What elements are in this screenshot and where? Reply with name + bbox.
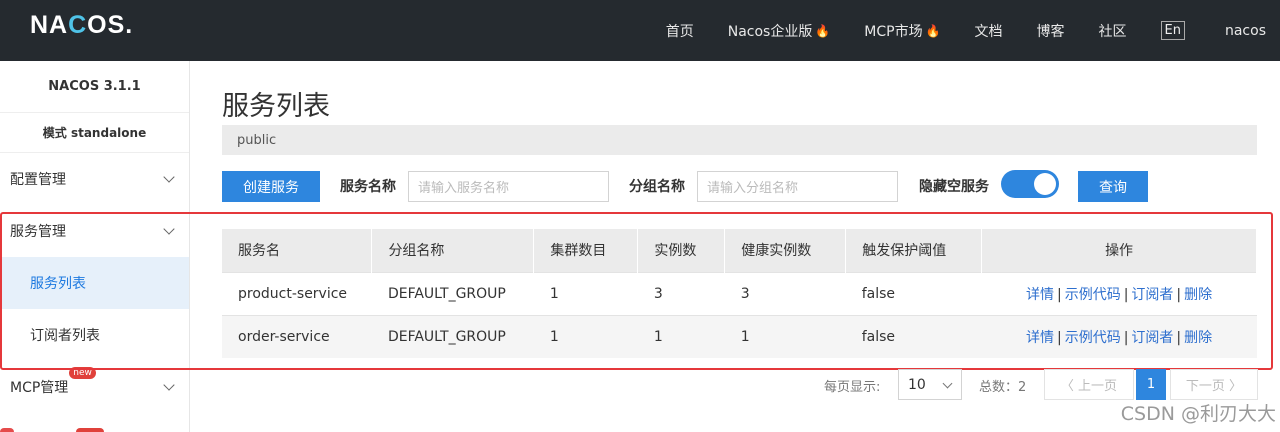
- nav-home[interactable]: 首页: [666, 21, 694, 41]
- fire-icon: 🔥: [815, 23, 831, 38]
- per-page-select[interactable]: 10: [898, 369, 962, 400]
- fire-icon: 🔥: [925, 23, 941, 38]
- nacos-logo[interactable]: NACOS.: [30, 11, 133, 40]
- nav-blog[interactable]: 博客: [1037, 21, 1065, 41]
- next-page-button[interactable]: 下一页 〉: [1170, 369, 1258, 400]
- logo-text-left: NA: [30, 11, 69, 39]
- cell-protect-threshold: false: [845, 271, 982, 315]
- chevron-down-icon: [942, 378, 953, 389]
- col-header: 集群数目: [533, 229, 639, 272]
- logo-text-right: OS.: [87, 11, 134, 39]
- delete-link[interactable]: 删除: [1184, 330, 1212, 346]
- cell-actions: 详情 | 示例代码 | 订阅者 | 删除: [981, 271, 1257, 315]
- partial-menu-icon: [0, 428, 14, 432]
- hide-empty-toggle[interactable]: [1001, 170, 1059, 198]
- group-name-label: 分组名称: [629, 179, 685, 195]
- col-header: 操作: [981, 229, 1257, 272]
- hide-empty-label: 隐藏空服务: [919, 179, 989, 195]
- version-label: NACOS 3.1.1: [0, 61, 189, 113]
- col-header: 实例数: [637, 229, 726, 272]
- service-table: 服务名 分组名称 集群数目 实例数 健康实例数 触发保护阈值 操作 produc…: [222, 229, 1257, 358]
- cell-healthy-count: 3: [724, 271, 846, 315]
- create-service-button[interactable]: 创建服务: [222, 171, 320, 202]
- cell-cluster-count: 1: [533, 271, 638, 315]
- sidebar-group-config[interactable]: 配置管理: [0, 153, 189, 205]
- subscribers-link[interactable]: 订阅者: [1131, 330, 1173, 346]
- page-title: 服务列表: [222, 91, 330, 122]
- cell-service-name: order-service: [222, 314, 372, 358]
- table-row: product-service DEFAULT_GROUP 1 3 3 fals…: [222, 271, 1257, 315]
- watermark: CSDN @利刃大大: [1120, 403, 1276, 425]
- per-page-value: 10: [908, 376, 926, 393]
- detail-link[interactable]: 详情: [1026, 330, 1054, 346]
- cell-instance-count: 1: [637, 314, 725, 358]
- language-switch[interactable]: En: [1160, 21, 1185, 40]
- delete-link[interactable]: 删除: [1184, 287, 1212, 303]
- nav-community[interactable]: 社区: [1099, 21, 1127, 41]
- chevron-down-icon: [163, 171, 175, 183]
- top-navbar: NACOS. 首页 Nacos企业版 🔥 MCP市场 🔥 文档 博客 社区 En n…: [0, 0, 1280, 61]
- user-menu[interactable]: nacos: [1225, 23, 1266, 39]
- detail-link[interactable]: 详情: [1026, 287, 1054, 303]
- service-name-input[interactable]: 请输入服务名称: [408, 171, 609, 202]
- partial-new-badge: [76, 428, 104, 432]
- toggle-knob: [1034, 173, 1056, 195]
- sidebar-group-label: 配置管理: [10, 172, 66, 188]
- nav-enterprise[interactable]: Nacos企业版 🔥: [728, 21, 831, 41]
- nav-docs[interactable]: 文档: [975, 21, 1003, 41]
- cell-service-name: product-service: [222, 271, 372, 315]
- cell-cluster-count: 1: [533, 314, 638, 358]
- cell-protect-threshold: false: [845, 314, 982, 358]
- cell-group-name: DEFAULT_GROUP: [371, 271, 534, 315]
- table-row: order-service DEFAULT_GROUP 1 1 1 false …: [222, 314, 1257, 358]
- service-name-label: 服务名称: [340, 179, 396, 195]
- total-count: 总数：2: [979, 380, 1027, 395]
- group-name-input[interactable]: 请输入分组名称: [697, 171, 898, 202]
- per-page-label: 每页显示:: [824, 380, 881, 395]
- col-header: 分组名称: [371, 229, 535, 272]
- search-toolbar: 创建服务 服务名称 请输入服务名称 分组名称 请输入分组名称 隐藏空服务 查询: [222, 170, 1262, 202]
- cell-instance-count: 3: [637, 271, 725, 315]
- current-page-button[interactable]: 1: [1136, 369, 1166, 400]
- top-nav-menu: 首页 Nacos企业版 🔥 MCP市场 🔥 文档 博客 社区 En nacos: [666, 0, 1280, 61]
- sample-code-link[interactable]: 示例代码: [1065, 287, 1121, 303]
- namespace-label[interactable]: public: [237, 133, 276, 148]
- subscribers-link[interactable]: 订阅者: [1131, 287, 1173, 303]
- logo-text-mid: C: [68, 11, 88, 39]
- pagination: 每页显示: 10 总数：2 〈 上一页 1 下一页 〉: [0, 368, 1280, 400]
- table-header-row: 服务名 分组名称 集群数目 实例数 健康实例数 触发保护阈值 操作: [222, 229, 1257, 272]
- namespace-bar: public: [222, 125, 1257, 155]
- query-button[interactable]: 查询: [1078, 171, 1148, 202]
- prev-page-button[interactable]: 〈 上一页: [1044, 369, 1134, 400]
- nav-mcp-market[interactable]: MCP市场 🔥: [864, 21, 940, 41]
- cell-healthy-count: 1: [724, 314, 846, 358]
- cell-group-name: DEFAULT_GROUP: [371, 314, 534, 358]
- cell-actions: 详情 | 示例代码 | 订阅者 | 删除: [981, 314, 1257, 358]
- sample-code-link[interactable]: 示例代码: [1065, 330, 1121, 346]
- mode-label: 模式 standalone: [0, 113, 189, 153]
- col-header: 健康实例数: [724, 229, 847, 272]
- col-header: 触发保护阈值: [845, 229, 983, 272]
- col-header: 服务名: [222, 229, 373, 272]
